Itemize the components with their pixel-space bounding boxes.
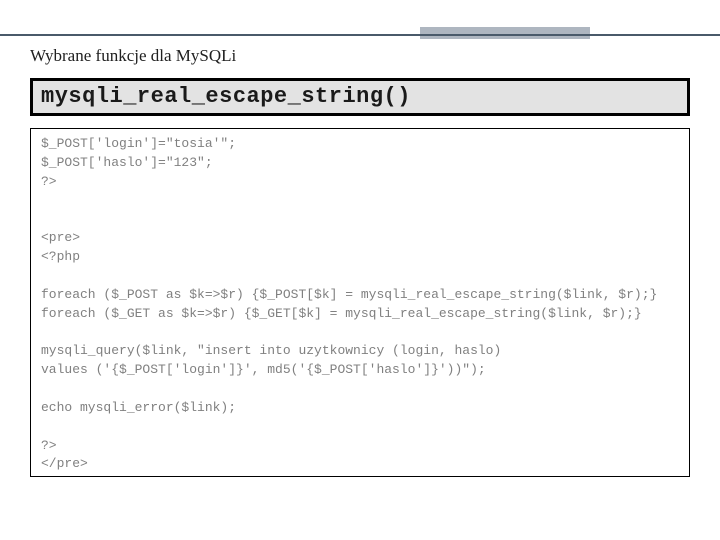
code-box: $_POST['login']="tosia'"; $_POST['haslo'… bbox=[30, 128, 690, 477]
function-name-box: mysqli_real_escape_string() bbox=[30, 78, 690, 116]
code-body: $_POST['login']="tosia'"; $_POST['haslo'… bbox=[41, 135, 679, 474]
page-title: Wybrane funkcje dla MySQLi bbox=[30, 46, 690, 66]
page-content: Wybrane funkcje dla MySQLi mysqli_real_e… bbox=[30, 46, 690, 477]
function-name-text: mysqli_real_escape_string() bbox=[41, 84, 411, 109]
header-accent-bar bbox=[420, 27, 590, 39]
header-rule bbox=[0, 34, 720, 36]
